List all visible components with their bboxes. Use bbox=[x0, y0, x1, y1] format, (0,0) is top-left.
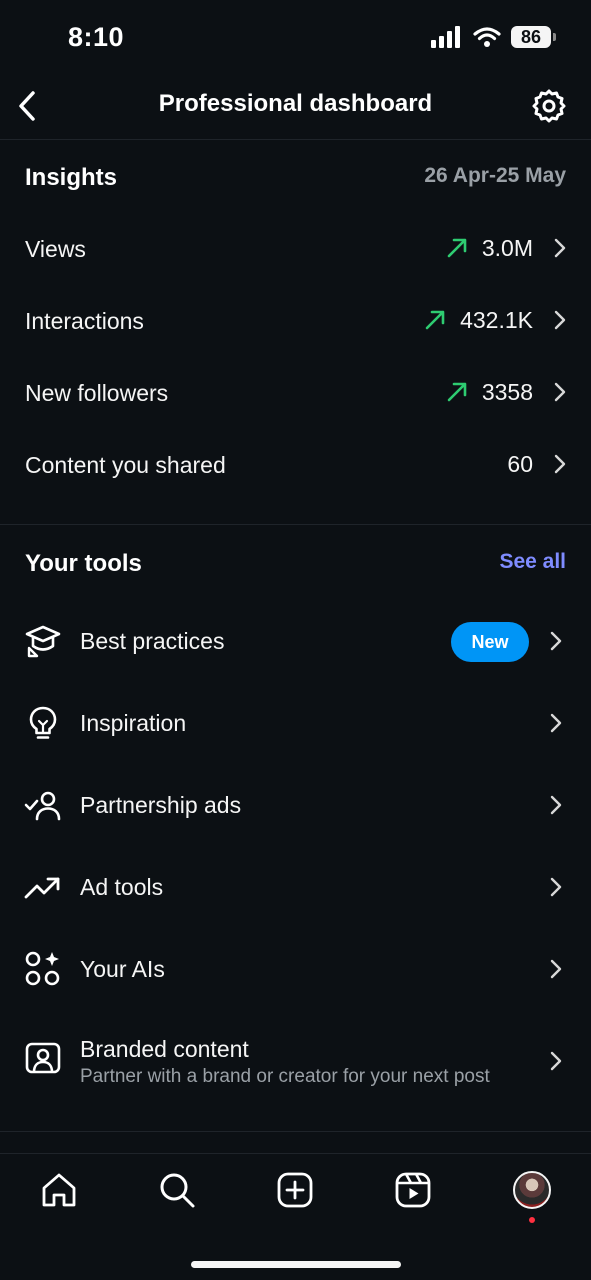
ai-circles-icon bbox=[25, 951, 60, 986]
trending-up-icon bbox=[24, 877, 60, 899]
gear-icon bbox=[532, 89, 566, 123]
metric-value: 3.0M bbox=[481, 234, 533, 261]
avatar bbox=[513, 1171, 551, 1209]
see-all-link[interactable]: See all bbox=[499, 550, 566, 574]
branded-content-icon bbox=[25, 1042, 61, 1074]
person-check-icon bbox=[24, 791, 61, 821]
nav-reels[interactable] bbox=[391, 1168, 435, 1212]
trend-up-arrow-icon bbox=[425, 310, 445, 330]
trend-up-arrow-icon bbox=[447, 238, 467, 258]
wifi-icon bbox=[473, 27, 501, 47]
settings-button[interactable] bbox=[529, 86, 569, 126]
chevron-right-icon bbox=[550, 877, 562, 897]
tool-row-ad-tools[interactable]: Ad tools bbox=[0, 846, 591, 928]
signal-icon bbox=[431, 26, 460, 48]
metric-value: 432.1K bbox=[460, 306, 533, 333]
chevron-right-icon bbox=[554, 454, 566, 474]
home-indicator[interactable] bbox=[191, 1261, 401, 1268]
chevron-right-icon bbox=[550, 713, 562, 733]
tool-row-partnership-ads[interactable]: Partnership ads bbox=[0, 764, 591, 846]
tools-section: Your tools See all Best practices New In… bbox=[0, 526, 591, 1132]
tool-label: Branded content bbox=[80, 1036, 249, 1062]
metric-label: Content you shared bbox=[25, 452, 226, 478]
chevron-right-icon bbox=[550, 631, 562, 651]
graduation-cap-icon bbox=[25, 625, 61, 658]
tool-row-your-ais[interactable]: Your AIs bbox=[0, 928, 591, 1010]
metric-value: 3358 bbox=[481, 378, 533, 405]
metric-row-content-shared[interactable]: Content you shared 60 bbox=[0, 428, 591, 500]
page-title: Professional dashboard bbox=[158, 90, 433, 117]
battery-icon: 86 bbox=[511, 26, 556, 48]
insights-header: Insights 26 Apr-25 May bbox=[0, 140, 591, 212]
chevron-right-icon bbox=[550, 795, 562, 815]
metric-row-new-followers[interactable]: New followers 3358 bbox=[0, 356, 591, 428]
new-badge: New bbox=[451, 622, 529, 662]
date-range[interactable]: 26 Apr-25 May bbox=[424, 164, 566, 188]
tool-label: Best practices bbox=[80, 628, 225, 654]
status-time: 8:10 bbox=[68, 22, 125, 52]
status-bar: 8:10 86 bbox=[0, 0, 591, 80]
search-icon bbox=[160, 1173, 195, 1208]
metric-value: 60 bbox=[507, 450, 533, 477]
tool-sublabel: Partner with a brand or creator for your… bbox=[80, 1066, 490, 1087]
chevron-right-icon bbox=[550, 959, 562, 979]
tool-label: Ad tools bbox=[80, 874, 164, 900]
tool-row-best-practices[interactable]: Best practices New bbox=[0, 600, 591, 682]
tools-title: Your tools bbox=[25, 550, 142, 577]
tool-label: Your AIs bbox=[80, 956, 165, 982]
chevron-right-icon bbox=[554, 310, 566, 330]
nav-home[interactable] bbox=[37, 1168, 81, 1212]
metric-label: Views bbox=[25, 236, 86, 262]
header: Professional dashboard bbox=[0, 70, 591, 140]
metric-row-interactions[interactable]: Interactions 432.1K bbox=[0, 284, 591, 356]
tool-row-branded-content[interactable]: Branded content Partner with a brand or … bbox=[0, 1016, 591, 1116]
nav-search[interactable] bbox=[155, 1168, 199, 1212]
chevron-right-icon bbox=[550, 1051, 562, 1071]
reels-icon bbox=[395, 1172, 431, 1208]
trend-up-arrow-icon bbox=[447, 382, 467, 402]
metric-label: Interactions bbox=[25, 308, 144, 334]
metric-row-views[interactable]: Views 3.0M bbox=[0, 212, 591, 284]
tool-label: Partnership ads bbox=[80, 792, 242, 818]
status-icons: 86 bbox=[431, 26, 556, 48]
tool-label: Inspiration bbox=[80, 710, 187, 736]
home-icon bbox=[42, 1173, 76, 1207]
insights-title: Insights bbox=[25, 164, 118, 191]
nav-create[interactable] bbox=[273, 1168, 317, 1212]
nav-profile[interactable] bbox=[510, 1168, 554, 1212]
create-icon bbox=[277, 1172, 313, 1208]
insights-section: Insights 26 Apr-25 May Views 3.0M Intera… bbox=[0, 140, 591, 525]
lightbulb-icon bbox=[29, 706, 57, 739]
metric-label: New followers bbox=[25, 380, 169, 406]
tool-row-inspiration[interactable]: Inspiration bbox=[0, 682, 591, 764]
chevron-right-icon bbox=[554, 238, 566, 258]
notification-dot bbox=[529, 1217, 535, 1223]
chevron-right-icon bbox=[554, 382, 566, 402]
